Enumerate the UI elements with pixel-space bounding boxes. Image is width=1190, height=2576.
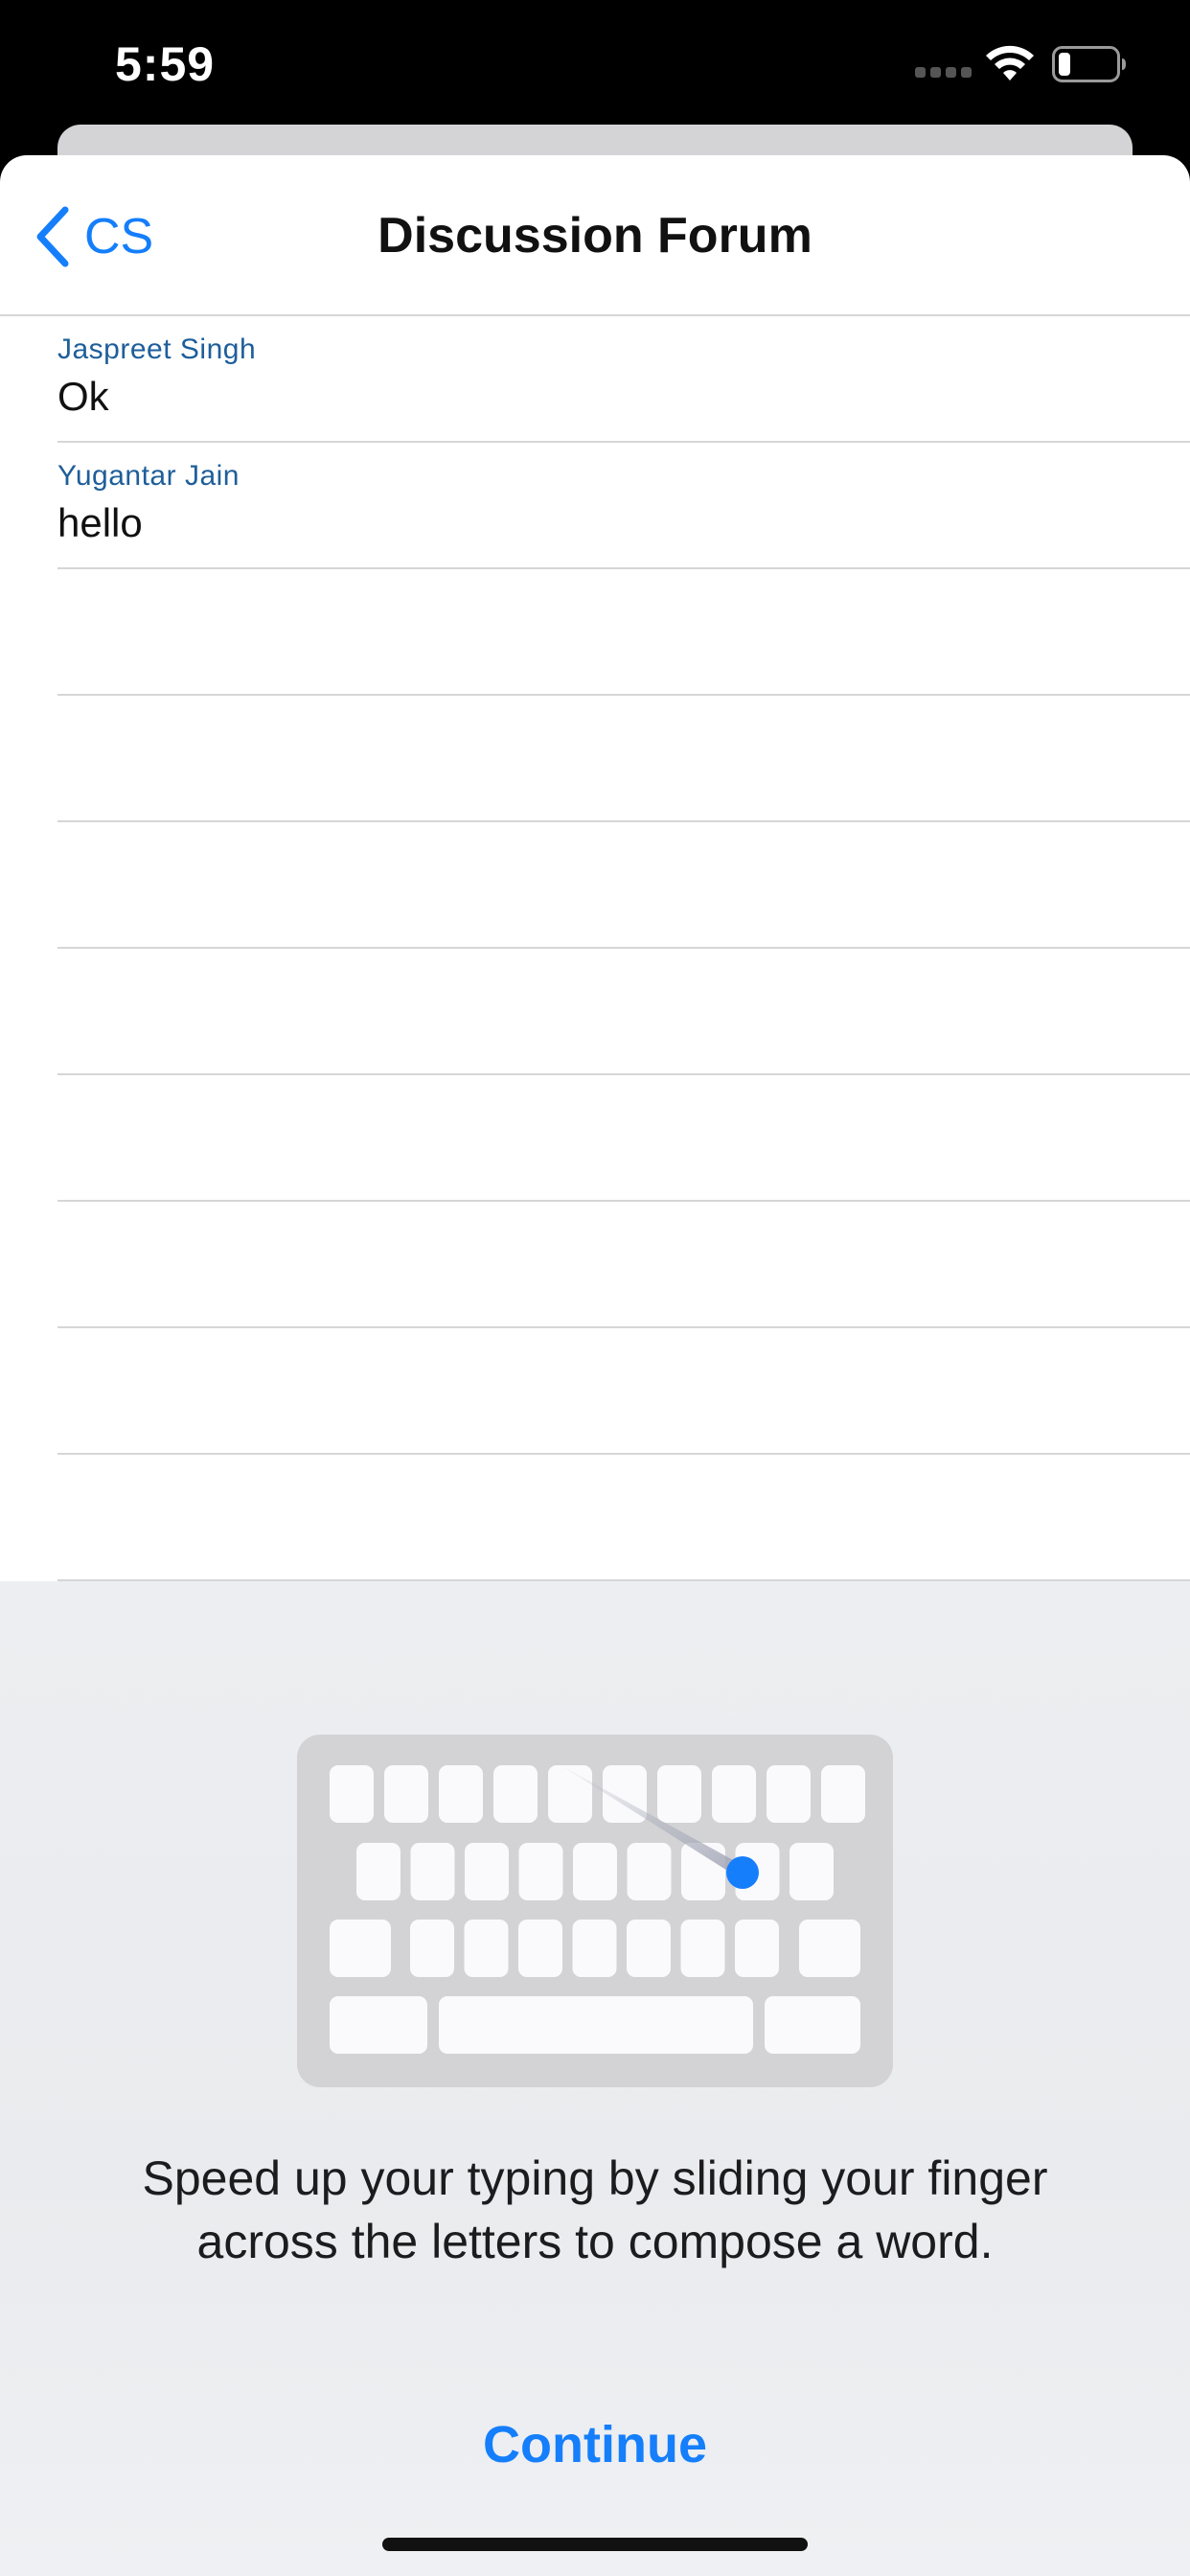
empty-row [57,949,1190,1075]
message-text: hello [57,500,143,545]
empty-row [57,1075,1190,1202]
empty-row [57,696,1190,822]
cellular-dots-icon [915,67,973,80]
empty-row [57,1328,1190,1455]
forum-sheet: CS Discussion Forum Jaspreet Singh Ok Yu… [0,155,1190,1581]
empty-row [57,1455,1190,1581]
message-list: Jaspreet Singh Ok Yugantar Jain hello [0,316,1190,1581]
message-text: Ok [57,374,109,419]
continue-button[interactable]: Continue [0,2415,1190,2474]
message-row[interactable]: Yugantar Jain hello [57,443,1190,569]
navigation-bar: CS Discussion Forum [0,155,1190,316]
message-row[interactable]: Jaspreet Singh Ok [57,316,1190,443]
page-title: Discussion Forum [378,208,812,264]
empty-row [57,1202,1190,1328]
empty-row [57,569,1190,696]
message-author: Yugantar Jain [57,460,240,492]
wifi-icon [986,45,1034,80]
keyboard-onboarding-panel: Speed up your typing by sliding your fin… [0,1581,1190,2576]
empty-row [57,822,1190,949]
status-time: 5:59 [115,37,216,91]
home-indicator [382,2538,808,2551]
swipe-keyboard-illustration [297,1735,893,2087]
battery-icon [1052,46,1126,82]
status-bar: 5:59 [0,0,1190,134]
message-author: Jaspreet Singh [57,334,257,365]
onboarding-description: Speed up your typing by sliding your fin… [142,2151,1048,2268]
